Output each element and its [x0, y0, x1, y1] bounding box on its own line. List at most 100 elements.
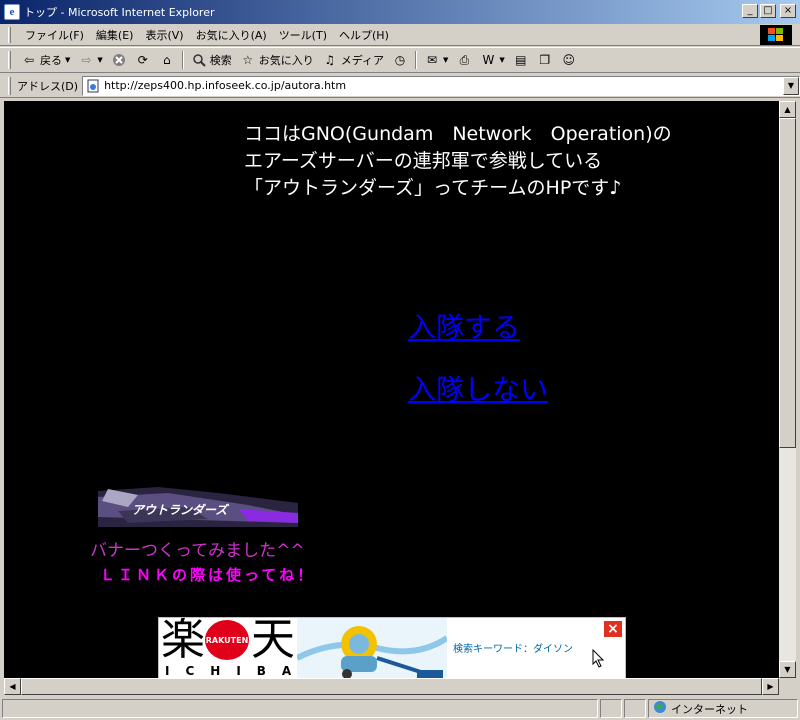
banner-title: アウトランダーズ [132, 503, 228, 517]
status-cell [600, 699, 622, 718]
search-label: 検索 [209, 54, 232, 67]
search-icon [191, 52, 207, 68]
status-cell [624, 699, 646, 718]
mail-dropdown-icon[interactable]: ▼ [443, 56, 448, 64]
vertical-scrollbar[interactable]: ▲ ▼ [779, 101, 796, 678]
forward-dropdown-icon[interactable]: ▼ [97, 56, 102, 64]
back-button[interactable]: ⇦ 戻る ▼ [17, 49, 74, 71]
messenger-button[interactable]: ☺ [557, 49, 581, 71]
search-button[interactable]: 検索 [187, 49, 236, 71]
favorites-button[interactable]: ☆ お気に入り [236, 49, 318, 71]
windows-logo-icon [760, 25, 792, 45]
media-label: メディア [340, 54, 385, 67]
menu-edit[interactable]: 編集(E) [90, 25, 140, 45]
research-icon: ❐ [539, 53, 551, 67]
rakuten-ad-banner[interactable]: 楽 RAKUTEN 天 ICHIBA 検索キーワード：ダイソン × [158, 617, 626, 678]
favorites-icon: ☆ [242, 53, 254, 67]
internet-zone-icon [653, 700, 667, 717]
toolbar-separator [181, 51, 184, 69]
close-button[interactable]: × [780, 4, 796, 18]
scroll-right-button[interactable]: ▶ [762, 678, 779, 695]
window-title: トップ - Microsoft Internet Explorer [24, 6, 215, 19]
media-button[interactable]: ♫ メディア [318, 49, 388, 71]
link-caption: ＬＩＮＫの際は使ってね！ [100, 566, 316, 584]
maximize-button[interactable]: □ [760, 4, 776, 18]
ad-close-button[interactable]: × [603, 620, 623, 638]
window-controls: _ □ × [742, 4, 796, 18]
horizontal-scroll-thumb[interactable] [21, 678, 762, 695]
history-button[interactable]: ◷ [388, 49, 412, 71]
back-arrow-icon: ⇦ [23, 53, 35, 67]
menu-favorites[interactable]: お気に入り(A) [190, 25, 273, 45]
page-content: ココはGNO(Gundam Network Operation)の エアーズサー… [4, 101, 779, 678]
stop-button[interactable] [107, 49, 131, 71]
standard-toolbar: ⇦ 戻る ▼ ⇨ ▼ ⟳ ⌂ 検索 ☆ お気に入り ♫ メディア ◷ ✉ ▼ ⎙ [0, 47, 800, 73]
forward-arrow-icon: ⇨ [81, 53, 92, 67]
ad-logo-right: 天 [251, 617, 295, 665]
address-url[interactable]: http://zeps400.hp.infoseek.co.jp/autora.… [104, 79, 346, 92]
menu-view[interactable]: 表示(V) [139, 25, 189, 45]
page-icon [85, 78, 101, 94]
menu-grip[interactable] [8, 26, 11, 43]
mouse-cursor-icon [592, 648, 606, 672]
zone-label: インターネット [671, 702, 748, 716]
join-link[interactable]: 入隊する [408, 306, 520, 346]
status-bar: インターネット [0, 697, 800, 720]
scroll-up-button[interactable]: ▲ [779, 101, 796, 118]
home-icon: ⌂ [162, 53, 171, 67]
messenger-icon: ☺ [562, 53, 576, 67]
banner-caption: バナーつくってみました^^ [90, 541, 305, 561]
back-dropdown-icon[interactable]: ▼ [65, 56, 70, 64]
security-zone: インターネット [648, 699, 798, 718]
ad-logo-sub: ICHIBA [165, 664, 308, 678]
intro-text: ココはGNO(Gundam Network Operation)の エアーズサー… [244, 121, 672, 202]
refresh-icon: ⟳ [137, 53, 148, 67]
refresh-button[interactable]: ⟳ [131, 49, 155, 71]
research-button[interactable]: ❐ [533, 49, 557, 71]
back-label: 戻る [40, 54, 62, 67]
forward-button[interactable]: ⇨ ▼ [74, 49, 106, 71]
horizontal-scrollbar[interactable]: ◀ ▶ [4, 678, 779, 695]
toolbar-separator [415, 51, 418, 69]
address-bar: アドレス(D) http://zeps400.hp.infoseek.co.jp… [0, 74, 800, 98]
title-bar: e トップ - Microsoft Internet Explorer _ □ … [0, 0, 800, 24]
menu-bar: ファイル(F) 編集(E) 表示(V) お気に入り(A) ツール(T) ヘルプ(… [0, 24, 800, 46]
address-input[interactable]: http://zeps400.hp.infoseek.co.jp/autora.… [82, 75, 800, 96]
print-icon: ⎙ [459, 52, 470, 67]
address-grip[interactable] [8, 76, 11, 95]
ad-logo-left: 楽 [161, 617, 205, 665]
intro-line-3: 「アウトランダーズ」ってチームのHPです♪ [244, 177, 622, 199]
edit-button[interactable]: W ▼ [476, 49, 508, 71]
stop-icon [111, 52, 127, 68]
edit-dropdown-icon[interactable]: ▼ [499, 56, 504, 64]
scrollbar-corner [779, 678, 796, 695]
media-icon: ♫ [324, 53, 336, 67]
ad-logo-circle: RAKUTEN [205, 620, 249, 660]
discuss-icon: ▤ [515, 53, 527, 67]
address-dropdown-icon[interactable]: ▼ [783, 76, 799, 95]
menu-tools[interactable]: ツール(T) [273, 25, 333, 45]
scroll-down-button[interactable]: ▼ [779, 661, 796, 678]
menu-help[interactable]: ヘルプ(H) [333, 25, 395, 45]
favorites-label: お気に入り [258, 54, 314, 67]
discuss-button[interactable]: ▤ [509, 49, 533, 71]
menu-file[interactable]: ファイル(F) [19, 25, 90, 45]
print-button[interactable]: ⎙ [452, 49, 476, 71]
intro-line-1: ココはGNO(Gundam Network Operation)の [244, 123, 672, 145]
mail-icon: ✉ [426, 53, 438, 67]
no-join-link[interactable]: 入隊しない [408, 368, 548, 408]
edit-icon: W [482, 53, 495, 67]
scroll-left-button[interactable]: ◀ [4, 678, 21, 695]
vacuum-cleaner-image [295, 618, 449, 678]
mail-button[interactable]: ✉ ▼ [420, 49, 452, 71]
home-button[interactable]: ⌂ [155, 49, 179, 71]
ie-icon: e [4, 4, 20, 20]
history-icon: ◷ [394, 53, 406, 67]
ad-search-keyword[interactable]: 検索キーワード：ダイソン [453, 640, 573, 655]
toolbar-grip[interactable] [8, 51, 11, 69]
vertical-scroll-thumb[interactable] [779, 118, 796, 448]
address-label: アドレス(D) [17, 79, 79, 93]
status-message [2, 699, 598, 718]
minimize-button[interactable]: _ [742, 4, 758, 18]
intro-line-2: エアーズサーバーの連邦軍で参戦している [244, 150, 603, 172]
